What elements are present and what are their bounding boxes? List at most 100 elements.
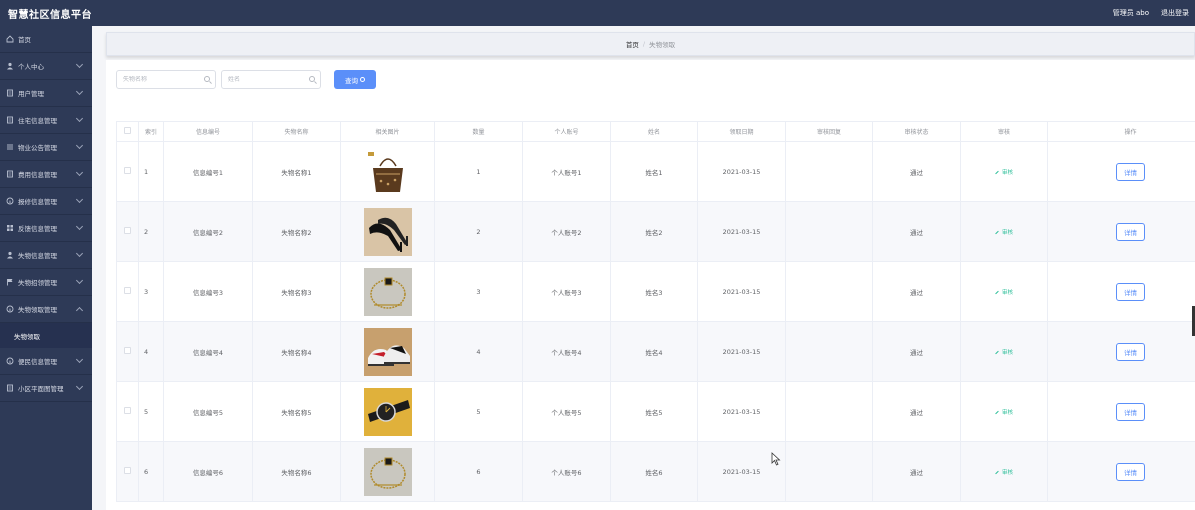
logout-link[interactable]: 退出登录 (1161, 8, 1189, 18)
audit-link[interactable]: 审核 (995, 470, 1013, 476)
cell-qty: 5 (434, 381, 523, 442)
cell-code: 信息编号4 (163, 321, 253, 382)
audit-link[interactable]: 审核 (995, 230, 1013, 236)
select-all-checkbox[interactable] (124, 127, 131, 134)
mouse-cursor-icon (771, 452, 781, 466)
audit-label: 审核 (1001, 409, 1013, 416)
audit-cell: 审核 (960, 321, 1048, 382)
item-image-cell (340, 261, 435, 322)
sidebar-item-7[interactable]: 反馈信息管理 (0, 215, 92, 242)
lost-item-name-input[interactable] (123, 76, 203, 83)
chevron-down-icon (75, 87, 84, 96)
chevron-down-icon (75, 249, 84, 258)
search-icon (309, 76, 315, 82)
sidebar-item-2[interactable]: 用户管理 (0, 80, 92, 107)
person-name-input[interactable] (228, 76, 308, 83)
column-header: 索引 (138, 121, 164, 142)
sidebar-item-4[interactable]: 物业公告管理 (0, 134, 92, 161)
chevron-down-icon (75, 355, 84, 364)
query-button[interactable]: 查询 (334, 70, 376, 89)
cell-reply (785, 261, 873, 322)
audit-link[interactable]: 审核 (995, 290, 1013, 296)
column-header: 审核 (960, 121, 1048, 142)
sidebar-item-1[interactable]: 个人中心 (0, 53, 92, 80)
audit-cell: 审核 (960, 261, 1048, 322)
item-photo (363, 387, 412, 436)
chevron-down-icon (75, 306, 84, 315)
sidebar-item-label: 反馈信息管理 (18, 225, 57, 233)
cell-index: 3 (138, 261, 164, 322)
table-row[interactable]: 4 信息编号4 失物名称4 4 个人账号4 姓名4 2021-03-15 通过 审核 详情 (116, 321, 1195, 382)
sidebar-item-9[interactable]: 失物招领管理 (0, 269, 92, 296)
lost-item-name-field (116, 70, 216, 89)
audit-link[interactable]: 审核 (995, 410, 1013, 416)
sidebar: 首页个人中心 用户管理 住宅信息管理物业公告管理费用信息管理 报修信息管理反馈信息管理… (0, 26, 92, 510)
row-checkbox[interactable] (124, 167, 131, 174)
sidebar-item-6[interactable]: 报修信息管理 (0, 188, 92, 215)
search-icon (204, 76, 210, 82)
sidebar-item-label: 物业公告管理 (18, 144, 57, 152)
sidebar-item-0[interactable]: 首页 (0, 26, 92, 53)
cell-status: 通过 (872, 381, 961, 442)
audit-link[interactable]: 审核 (995, 170, 1013, 176)
admin-label: 管理员 abo (1112, 9, 1149, 17)
sidebar-item-11[interactable]: 便民信息管理 (0, 348, 92, 375)
cell-person: 姓名1 (610, 141, 698, 202)
flag-icon (6, 278, 14, 286)
table-row[interactable]: 1 信息编号1 失物名称1 1 个人账号1 姓名1 2021-03-15 通过 审核 详情 (116, 141, 1195, 202)
column-header: 审核状态 (872, 121, 961, 142)
detail-button[interactable]: 详情 (1116, 342, 1145, 361)
row-checkbox[interactable] (124, 287, 131, 294)
breadcrumb: 首页 / 失物领取 (106, 32, 1195, 56)
table-row[interactable]: 2 信息编号2 失物名称2 2 个人账号2 姓名2 2021-03-15 通过 审核 详情 (116, 201, 1195, 262)
content-panel: 查询 索引信息编号失物名称相关图片数量个人账号姓名领取日期审核回复审核状态审核操… (106, 60, 1195, 510)
row-select-cell (116, 261, 139, 322)
detail-button[interactable]: 详情 (1116, 162, 1145, 181)
detail-button[interactable]: 详情 (1116, 282, 1145, 301)
sidebar-item-label: 失物领取管理 (18, 306, 57, 314)
table-row[interactable]: 5 信息编号5 失物名称5 5 个人账号5 姓名5 2021-03-15 通过 审核 详情 (116, 381, 1195, 442)
sidebar-subitem-lost-claim[interactable]: 失物领取 (0, 323, 92, 348)
row-checkbox[interactable] (124, 347, 131, 354)
cell-date: 2021-03-15 (697, 201, 786, 262)
cell-name: 失物名称4 (252, 321, 341, 382)
sidebar-item-12[interactable]: 小区平面图管理 (0, 375, 92, 402)
home-icon (6, 35, 14, 43)
row-select-cell (116, 381, 139, 442)
cell-date: 2021-03-15 (697, 381, 786, 442)
audit-label: 审核 (1001, 169, 1013, 176)
cell-person: 姓名5 (610, 381, 698, 442)
item-image-cell (340, 441, 435, 502)
detail-button[interactable]: 详情 (1116, 402, 1145, 421)
cell-account: 个人账号1 (522, 141, 611, 202)
row-checkbox[interactable] (124, 467, 131, 474)
top-bar: 智慧社区信息平台 管理员 abo 退出登录 (0, 0, 1195, 26)
audit-link[interactable]: 审核 (995, 350, 1013, 356)
app-title: 智慧社区信息平台 (8, 10, 92, 21)
sidebar-item-label: 首页 (18, 36, 31, 44)
breadcrumb-home[interactable]: 首页 (626, 39, 639, 49)
sidebar-item-8[interactable]: 失物信息管理 (0, 242, 92, 269)
item-photo (363, 267, 412, 316)
cell-reply (785, 381, 873, 442)
column-header: 数量 (434, 121, 523, 142)
user-icon (6, 251, 14, 259)
audit-cell: 审核 (960, 381, 1048, 442)
row-checkbox[interactable] (124, 407, 131, 414)
cell-date: 2021-03-15 (697, 321, 786, 382)
sidebar-item-10[interactable]: 失物领取管理 (0, 296, 92, 323)
detail-button[interactable]: 详情 (1116, 222, 1145, 241)
item-photo (363, 147, 412, 196)
sidebar-item-label: 便民信息管理 (18, 358, 57, 366)
sidebar-item-3[interactable]: 住宅信息管理 (0, 107, 92, 134)
cell-qty: 1 (434, 141, 523, 202)
detail-button[interactable]: 详情 (1116, 462, 1145, 481)
row-checkbox[interactable] (124, 227, 131, 234)
breadcrumb-current: 失物领取 (649, 41, 676, 49)
sidebar-item-5[interactable]: 费用信息管理 (0, 161, 92, 188)
table-row[interactable]: 6 信息编号6 失物名称6 6 个人账号6 姓名6 2021-03-15 通过 审核 详情 (116, 441, 1195, 502)
cell-date: 2021-03-15 (697, 141, 786, 202)
info-icon (6, 305, 14, 313)
table-row[interactable]: 3 信息编号3 失物名称3 3 个人账号3 姓名3 2021-03-15 通过 审核 详情 (116, 261, 1195, 322)
list-icon (6, 143, 14, 151)
